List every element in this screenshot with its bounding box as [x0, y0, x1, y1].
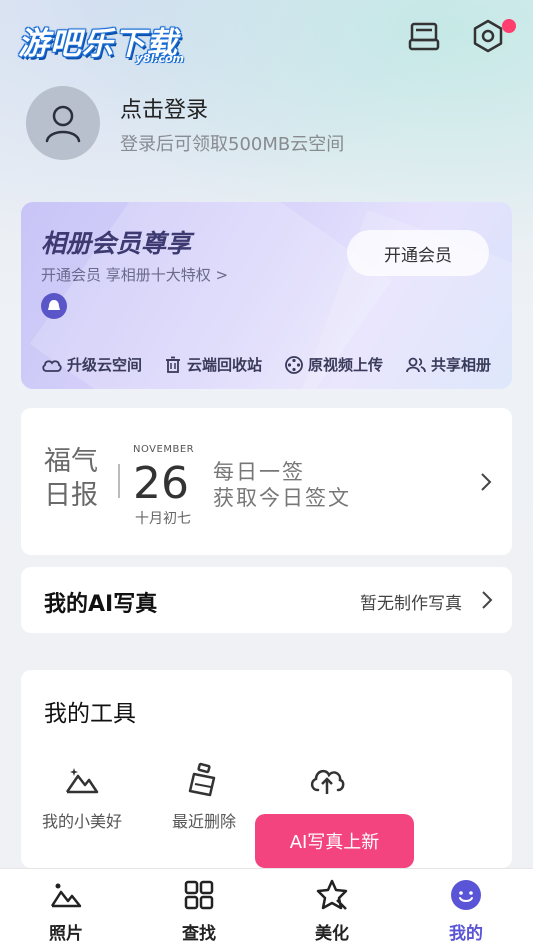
- divider: [118, 464, 120, 498]
- tab-label: 美化: [315, 924, 349, 944]
- grid-icon: [184, 880, 214, 910]
- vip-badge-icon: [41, 293, 67, 319]
- vip-card[interactable]: 相册会员尊享 开通会员 享相册十大特权 > 开通会员 升级云空间 云端回收站 原…: [21, 202, 512, 389]
- tab-label: 查找: [182, 924, 216, 944]
- vip-feature-label: 共享相册: [431, 356, 492, 374]
- fortune-day: 26: [133, 458, 189, 509]
- bottom-tab-bar: 照片 查找 美化 我的: [0, 868, 533, 948]
- logo-sub-text: y8l.com: [135, 52, 184, 65]
- vip-feature-recycle[interactable]: 云端回收站: [163, 354, 262, 375]
- tool-label: 最近删除: [171, 812, 236, 831]
- mountain-sparkle-icon: [65, 768, 99, 794]
- vip-feature-cloud[interactable]: 升级云空间: [41, 354, 142, 375]
- ai-photo-card[interactable]: 我的AI写真 暂无制作写真: [21, 567, 512, 633]
- ai-photo-new-tooltip[interactable]: AI写真上新: [255, 814, 414, 876]
- login-title[interactable]: 点击登录: [120, 92, 208, 124]
- vip-feature-share[interactable]: 共享相册: [405, 354, 491, 375]
- avatar[interactable]: [26, 86, 100, 160]
- tab-label: 照片: [49, 924, 83, 944]
- fortune-lunar-date: 十月初七: [135, 511, 191, 527]
- profile-face-icon: [451, 880, 481, 910]
- tool-my-moments[interactable]: 我的小美好: [27, 760, 137, 832]
- fortune-line2: 获取今日签文: [213, 486, 351, 510]
- photos-icon: [50, 883, 82, 908]
- tab-beautify[interactable]: 美化: [292, 877, 372, 944]
- star-edit-icon: [316, 879, 348, 910]
- notification-dot: [502, 19, 516, 33]
- tab-photos[interactable]: 照片: [26, 877, 106, 944]
- fortune-title: 福气 日报: [44, 445, 98, 513]
- tool-cloud-upload[interactable]: [272, 760, 382, 808]
- vip-feature-label: 升级云空间: [67, 356, 143, 374]
- inbox-icon[interactable]: [404, 16, 444, 56]
- tab-find[interactable]: 查找: [159, 877, 239, 944]
- tool-label: 我的小美好: [41, 812, 122, 831]
- ai-photo-title: 我的AI写真: [44, 592, 158, 617]
- open-vip-button[interactable]: 开通会员: [347, 230, 489, 276]
- tab-label: 我的: [449, 924, 483, 944]
- tab-mine[interactable]: 我的: [426, 877, 506, 944]
- vip-feature-label: 云端回收站: [187, 356, 263, 374]
- cloud-icon: [42, 359, 62, 372]
- ai-photo-status: 暂无制作写真: [360, 594, 462, 614]
- daily-fortune-card[interactable]: 福气 日报 NOVEMBER 26 十月初七 每日一签 获取今日签文: [21, 408, 512, 555]
- app-logo: 游吧乐下载 y8l.com: [18, 18, 188, 68]
- trash-icon: [166, 356, 180, 373]
- vip-feature-label: 原视频上传: [308, 356, 384, 374]
- vip-feature-video[interactable]: 原视频上传: [284, 354, 383, 375]
- vip-subtitle[interactable]: 开通会员 享相册十大特权 >: [41, 264, 228, 285]
- fortune-title-line2: 日报: [44, 480, 98, 511]
- cloud-upload-icon: [310, 769, 345, 794]
- broom-icon: [188, 762, 216, 797]
- fortune-title-line1: 福气: [44, 446, 98, 477]
- login-subtitle: 登录后可领取500MB云空间: [120, 134, 345, 155]
- vip-features: 升级云空间 云端回收站 原视频上传 共享相册: [21, 354, 512, 378]
- fortune-month: NOVEMBER: [133, 444, 195, 455]
- tools-title: 我的工具: [44, 701, 136, 727]
- chevron-right-icon: [481, 473, 492, 491]
- tool-recently-deleted[interactable]: 最近删除: [149, 760, 259, 832]
- people-icon: [406, 357, 426, 372]
- chevron-right-icon: [482, 591, 493, 609]
- user-icon: [45, 105, 81, 143]
- film-reel-icon: [285, 355, 303, 374]
- vip-title: 相册会员尊享: [41, 229, 192, 258]
